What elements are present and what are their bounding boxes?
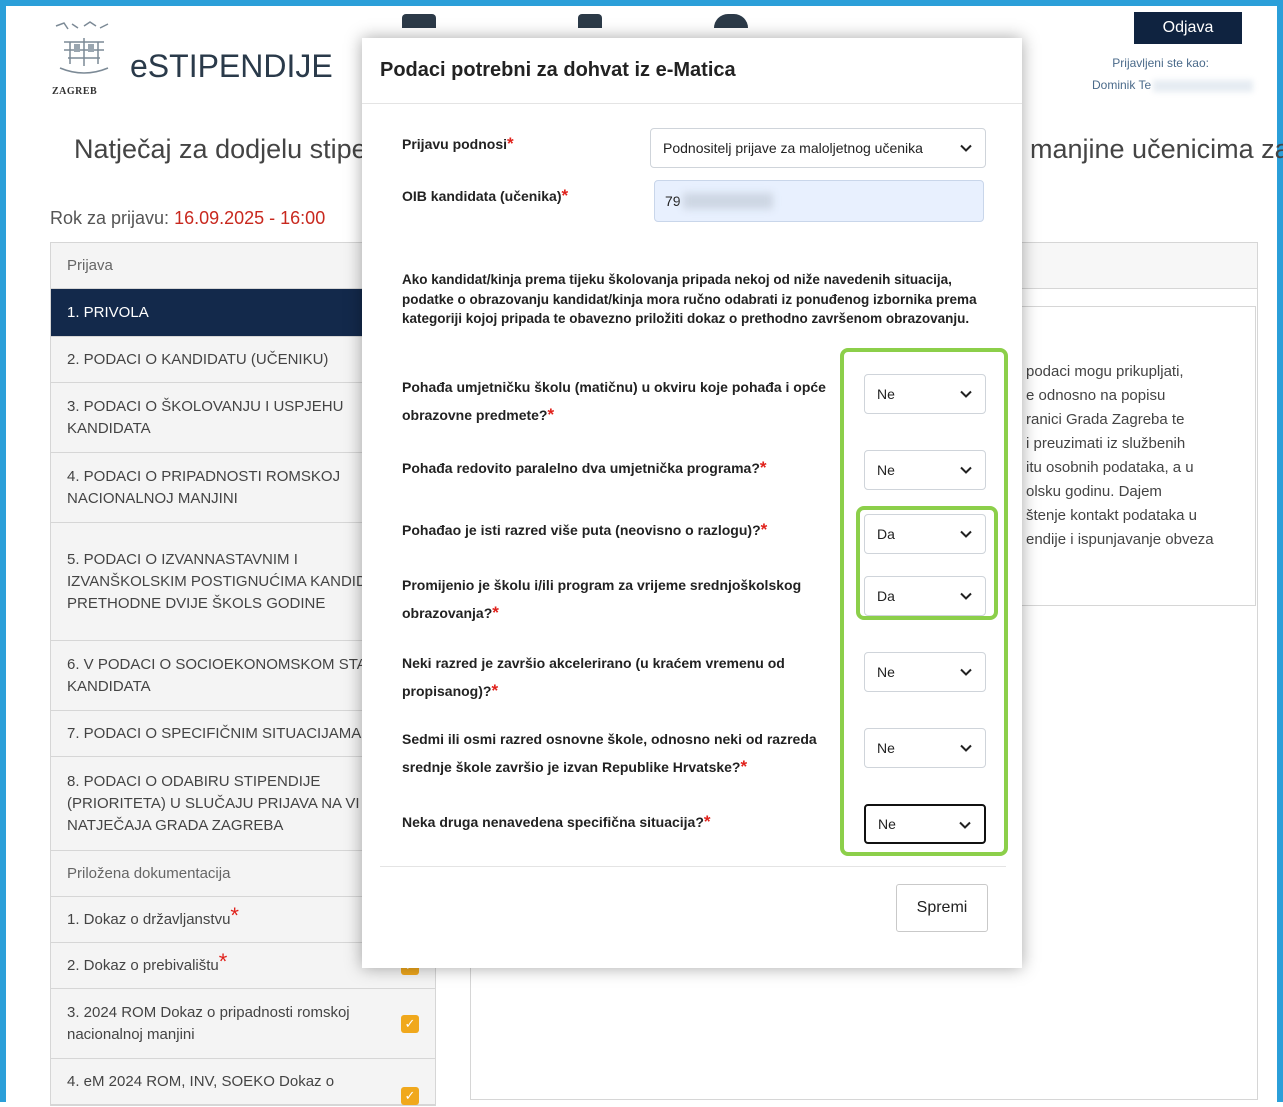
required-marker: * — [507, 134, 514, 153]
submitter-select[interactable]: Podnositelj prijave za maloljetnog učeni… — [650, 128, 986, 168]
required-marker: * — [547, 405, 555, 424]
question-text: Promijenio je školu i/ili program za vri… — [402, 577, 802, 621]
deadline: Rok za prijavu: 16.09.2025 - 16:00 — [50, 208, 325, 229]
consent-line: i preuzimati iz službenih — [1026, 435, 1186, 452]
consent-line: e odnosno na popisu — [1026, 387, 1166, 404]
required-marker: * — [218, 948, 228, 974]
chevron-down-icon — [960, 144, 972, 152]
highlight-da-selects — [856, 506, 998, 620]
submitter-label-text: Prijavu podnosi — [402, 136, 508, 152]
app-brand[interactable]: eSTIPENDIJE — [130, 48, 333, 85]
checkbox-checked-icon[interactable]: ✓ — [401, 1015, 419, 1033]
required-marker: * — [759, 458, 767, 477]
sidebar-doc-em-2024[interactable]: 4. eM 2024 ROM, INV, SOEKO Dokaz o ✓ — [51, 1059, 435, 1105]
ematica-modal: Podaci potrebni za dohvat iz e-Matica Pr… — [362, 38, 1022, 968]
question-text: Pohađao je isti razred više puta (neovis… — [402, 522, 761, 538]
logout-button[interactable]: Odjava — [1134, 12, 1242, 44]
consent-line: itu osobnih podataka, a u — [1026, 459, 1194, 476]
required-marker: * — [561, 186, 569, 205]
oib-label: OIB kandidata (učenika)* — [402, 184, 568, 208]
modal-title: Podaci potrebni za dohvat iz e-Matica — [380, 59, 736, 81]
modal-header: Podaci potrebni za dohvat iz e-Matica — [362, 38, 1022, 104]
consent-text: podaci mogu prikupljati, e odnosno na po… — [1026, 360, 1266, 552]
oib-input[interactable]: 79 — [654, 180, 984, 222]
logged-in-username: Dominik Te — [1092, 78, 1152, 92]
coat-of-arms-icon — [55, 21, 109, 74]
deadline-value: 16.09.2025 - 16:00 — [174, 208, 326, 228]
required-marker: * — [760, 520, 768, 539]
question-other-situation: Neka druga nenavedena specifična situaci… — [402, 808, 842, 836]
question-art-school: Pohađa umjetničku školu (matičnu) u okvi… — [402, 374, 842, 429]
submitter-select-value: Podnositelj prijave za maloljetnog učeni… — [663, 140, 923, 156]
blurred-oib — [682, 193, 773, 209]
oib-label-text: OIB kandidata (učenika) — [402, 188, 562, 204]
consent-line: podaci mogu prikupljati, — [1026, 363, 1184, 380]
doc-label: 4. eM 2024 ROM, INV, SOEKO Dokaz o — [67, 1073, 335, 1090]
oib-input-value: 79 — [665, 193, 681, 209]
question-text: Sedmi ili osmi razred osnovne škole, odn… — [402, 731, 817, 775]
consent-line: endije i ispunjavanje obveza — [1026, 531, 1214, 548]
required-marker: * — [703, 812, 711, 831]
question-repeated-grade: Pohađao je isti razred više puta (neovis… — [402, 516, 842, 544]
required-marker: * — [491, 681, 499, 700]
logged-in-label: Prijavljeni ste kao: — [1112, 56, 1209, 70]
blurred-username — [1153, 79, 1254, 92]
question-accelerated: Neki razred je završio akcelerirano (u k… — [402, 650, 842, 705]
question-text: Neki razred je završio akcelerirano (u k… — [402, 655, 785, 699]
logo-city-text: ZAGREB — [52, 86, 98, 97]
deadline-label: Rok za prijavu: — [50, 208, 170, 228]
logged-in-user: Dominik Te — [1092, 78, 1254, 92]
settings-icon[interactable] — [402, 14, 436, 28]
save-button[interactable]: Spremi — [896, 884, 988, 932]
doc-label: 2. Dokaz o prebivalištu — [67, 956, 219, 974]
required-marker: * — [492, 603, 499, 622]
page-title-continued: manjine učenicima za — [1030, 134, 1283, 164]
sidebar-doc-romska-manjina[interactable]: 3. 2024 ROM Dokaz o pripadnosti romskoj … — [51, 989, 435, 1059]
required-marker: * — [230, 902, 239, 928]
question-text: Neka druga nenavedena specifična situaci… — [402, 814, 704, 830]
consent-line: olsku godinu. Dajem — [1026, 483, 1162, 500]
question-text: Pohađa redovito paralelno dva umjetnička… — [402, 460, 760, 476]
consent-line: štenje kontakt podataka u — [1026, 507, 1197, 524]
modal-footer-divider — [380, 866, 1006, 867]
checkbox-checked-icon[interactable]: ✓ — [401, 1087, 419, 1105]
question-two-art-programs: Pohađa redovito paralelno dva umjetnička… — [402, 454, 842, 482]
question-abroad: Sedmi ili osmi razred osnovne škole, odn… — [402, 726, 842, 781]
consent-line: ranici Grada Zagreba te — [1026, 411, 1185, 428]
page-title: Natječaj za dodjelu stipe — [74, 134, 367, 164]
doc-label: 3. 2024 ROM Dokaz o pripadnosti romskoj … — [67, 1003, 350, 1043]
required-marker: * — [740, 757, 748, 776]
doc-label: 1. Dokaz o državljanstvu — [67, 910, 231, 928]
help-icon[interactable] — [714, 14, 748, 28]
question-changed-school: Promijenio je školu i/ili program za vri… — [402, 572, 842, 627]
question-text: Pohađa umjetničku školu (matičnu) u okvi… — [402, 379, 826, 423]
situations-notice: Ako kandidat/kinja prema tijeku školovan… — [402, 272, 977, 326]
zagreb-logo: ZAGREB — [50, 20, 118, 98]
submitter-label: Prijavu podnosi* — [402, 132, 514, 156]
document-icon[interactable] — [578, 14, 602, 28]
